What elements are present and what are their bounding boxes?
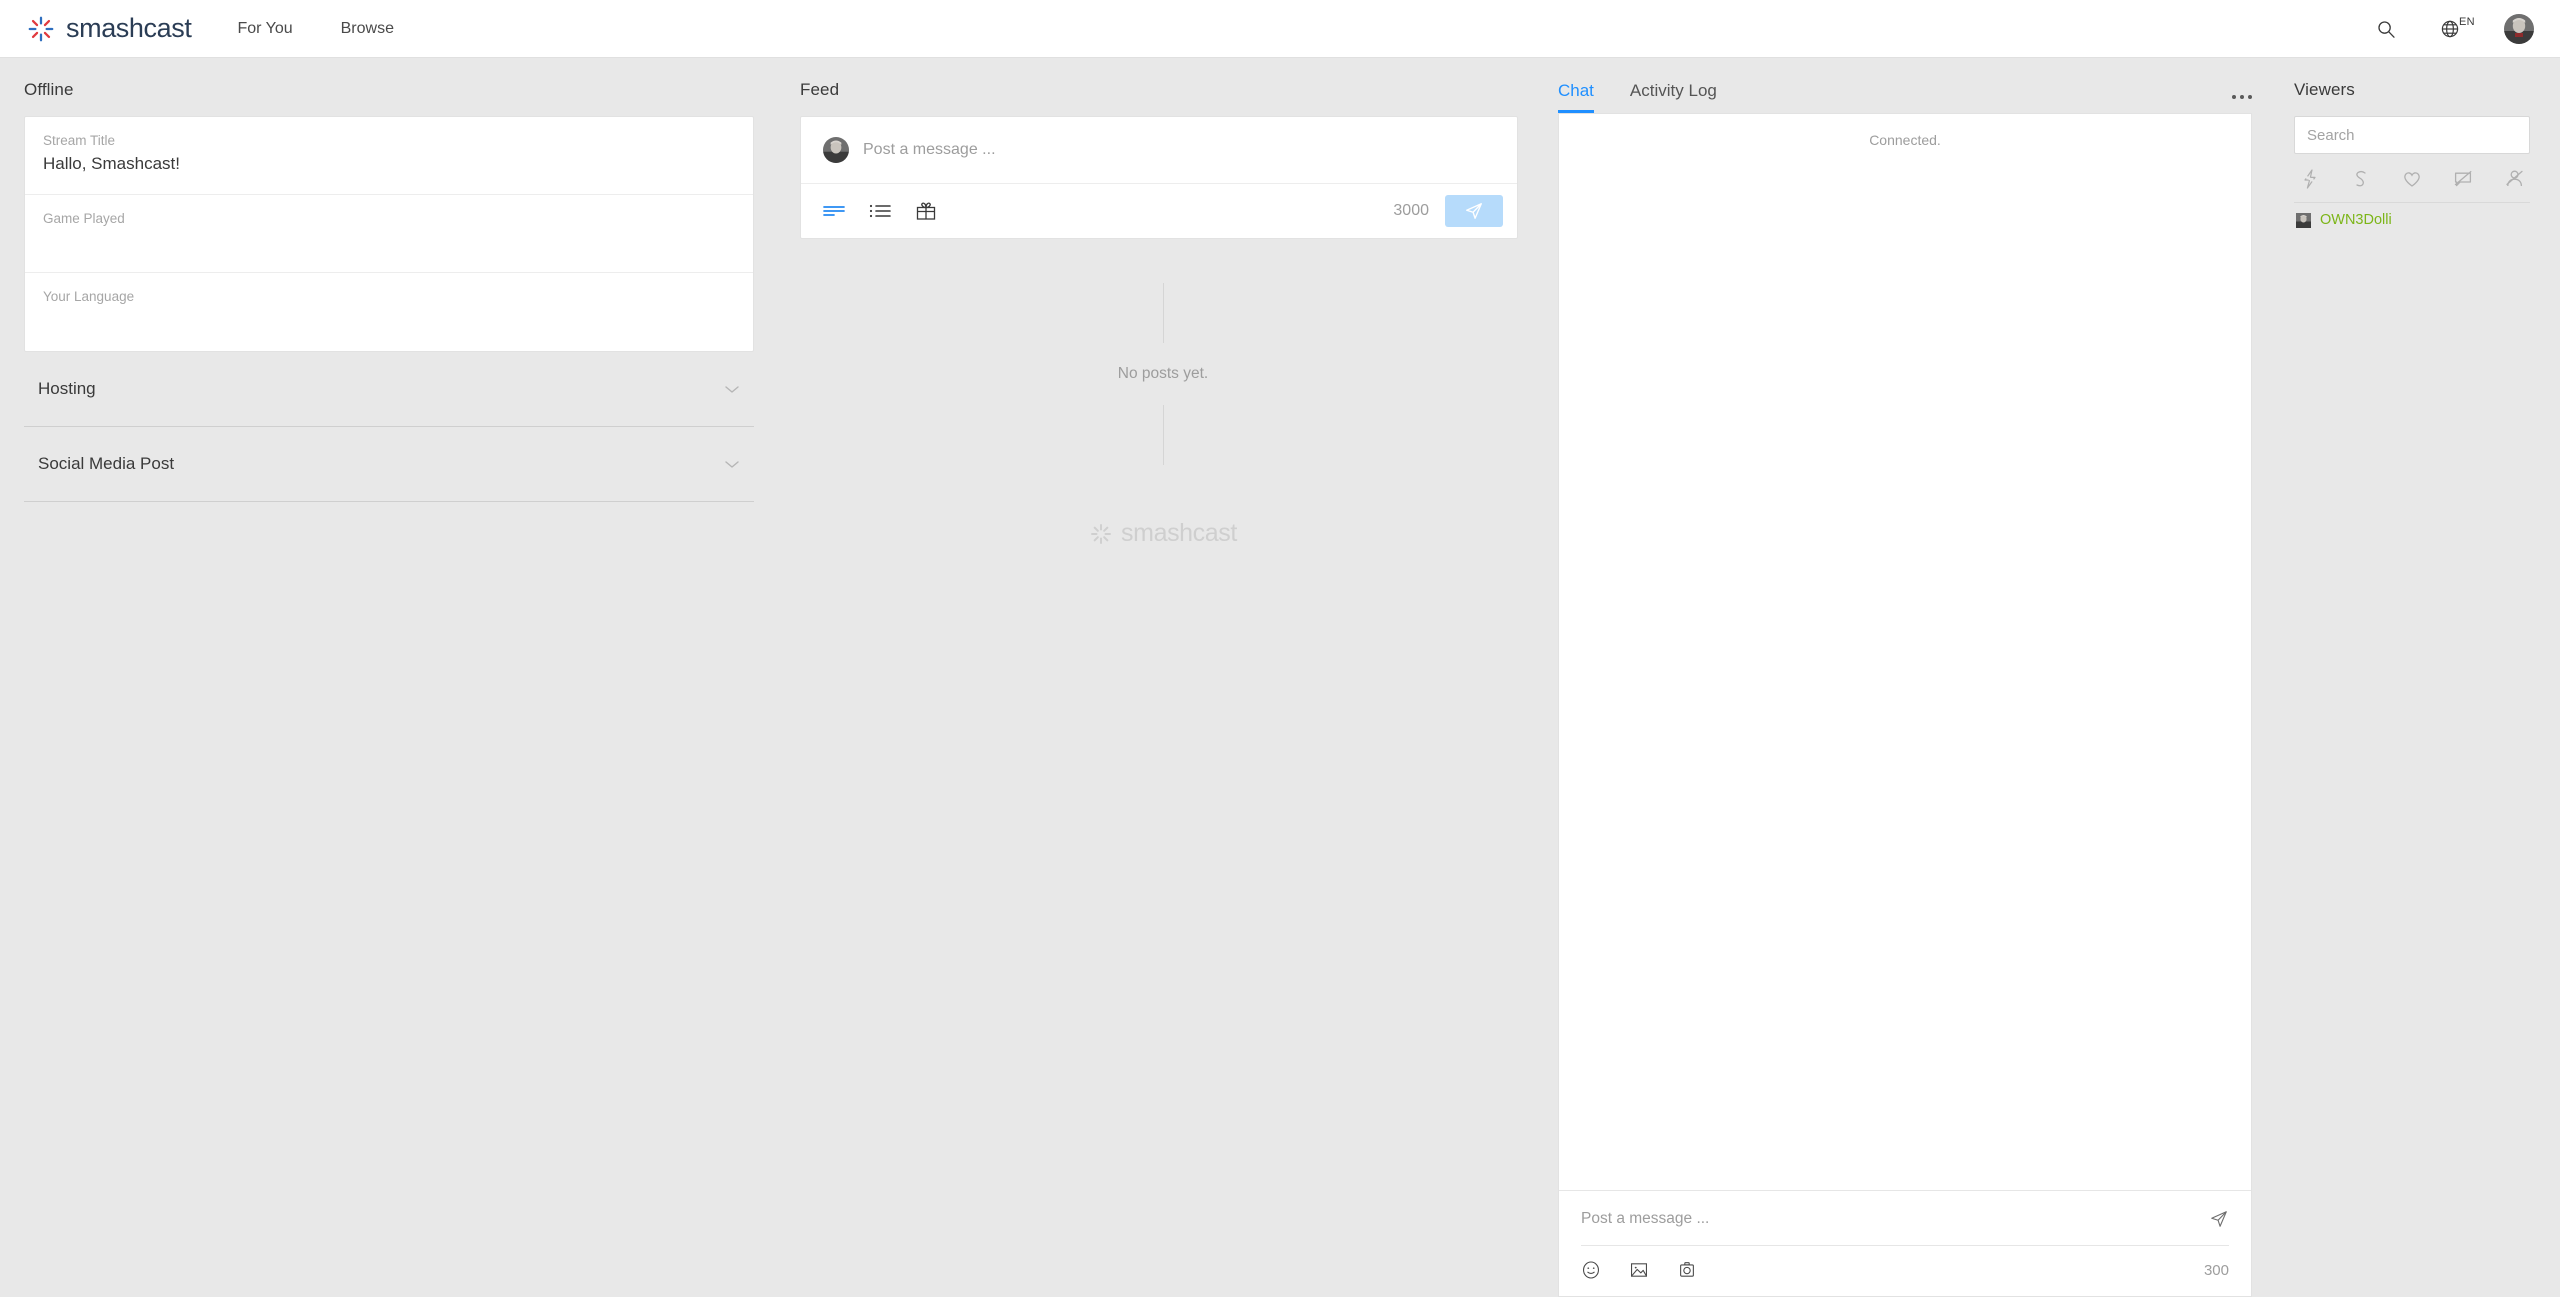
avatar-image <box>2504 14 2534 44</box>
accordion-hosting[interactable]: Hosting <box>24 352 754 427</box>
banned-user-icon[interactable] <box>2504 168 2524 190</box>
stream-settings-card: Stream Title Hallo, Smashcast! Game Play… <box>24 116 754 352</box>
chat-tab-bar: Chat Activity Log <box>1542 66 2270 113</box>
chat-panel: Connected. Post a message ... <box>1558 113 2252 1297</box>
brand-wordmark: smashcast <box>66 13 191 44</box>
dashboard-columns: Offline Stream Title Hallo, Smashcast! G… <box>0 58 2560 1297</box>
stream-title-value: Hallo, Smashcast! <box>43 154 735 174</box>
your-language-label: Your Language <box>43 289 735 304</box>
language-code: EN <box>2459 16 2475 28</box>
feed-char-counter: 3000 <box>1393 202 1429 220</box>
feed-empty-state: No posts yet. smashcast <box>784 283 1542 548</box>
field-stream-title[interactable]: Stream Title Hallo, Smashcast! <box>25 117 753 195</box>
send-paper-plane-icon <box>1464 201 1484 221</box>
game-played-label: Game Played <box>43 211 735 226</box>
chat-send-button[interactable] <box>2209 1209 2229 1229</box>
heart-icon[interactable] <box>2402 168 2422 190</box>
field-your-language[interactable]: Your Language <box>25 273 753 351</box>
muted-chat-icon[interactable] <box>2453 168 2473 190</box>
emoji-icon[interactable] <box>1581 1260 1601 1280</box>
field-game-played[interactable]: Game Played <box>25 195 753 273</box>
chat-input-row[interactable]: Post a message ... <box>1581 1191 2229 1246</box>
viewer-filter-bar <box>2294 154 2530 202</box>
bullet-list-icon[interactable] <box>869 203 891 219</box>
chat-composer: Post a message ... <box>1559 1190 2251 1296</box>
tab-activity-log[interactable]: Activity Log <box>1630 81 1717 113</box>
feed-empty-text: No posts yet. <box>1118 343 1208 405</box>
feed-watermark: smashcast <box>1089 519 1237 548</box>
accordion-hosting-label: Hosting <box>38 379 96 399</box>
language-selector[interactable]: EN <box>2440 19 2460 39</box>
chat-message-list: Connected. <box>1559 114 2251 1190</box>
image-icon[interactable] <box>1629 1260 1649 1280</box>
viewer-search-input[interactable] <box>2294 116 2530 154</box>
text-format-icon[interactable] <box>823 203 845 219</box>
stream-title-label: Stream Title <box>43 133 735 148</box>
feed-column: Feed Post a message ... <box>784 58 1542 548</box>
viewers-column: Viewers <box>2270 58 2560 237</box>
divider-bottom <box>1163 405 1164 465</box>
accordion-social-media-post[interactable]: Social Media Post <box>24 427 754 502</box>
feed-message-input[interactable]: Post a message ... <box>863 141 1495 159</box>
subscriber-s-icon[interactable] <box>2351 168 2371 190</box>
viewers-title: Viewers <box>2294 66 2530 116</box>
chat-char-counter: 300 <box>2204 1262 2229 1279</box>
smashcast-starburst-icon <box>26 14 56 44</box>
feed-composer-toolbar: 3000 <box>801 184 1517 238</box>
feed-composer: Post a message ... <box>800 116 1518 239</box>
avatar <box>2296 213 2311 228</box>
globe-icon <box>2440 19 2460 39</box>
chevron-down-icon <box>722 383 742 395</box>
user-avatar[interactable] <box>2504 14 2534 44</box>
primary-nav: For You Browse <box>235 14 396 44</box>
feed-composer-input-row[interactable]: Post a message ... <box>801 117 1517 184</box>
nav-item-browse[interactable]: Browse <box>339 14 396 44</box>
top-navigation-bar: smashcast For You Browse EN <box>0 0 2560 58</box>
brand-logo[interactable]: smashcast <box>26 13 191 44</box>
chat-message-input[interactable]: Post a message ... <box>1581 1210 2209 1228</box>
gift-icon[interactable] <box>915 200 937 222</box>
accordion-social-media-post-label: Social Media Post <box>38 454 174 474</box>
chat-column: Chat Activity Log Connected. Post a mess… <box>1542 58 2270 1297</box>
search-icon[interactable] <box>2376 19 2396 39</box>
stream-settings-column: Offline Stream Title Hallo, Smashcast! G… <box>0 58 784 502</box>
divider-top <box>1163 283 1164 343</box>
stream-status-title: Offline <box>24 66 754 116</box>
chat-connection-status: Connected. <box>1869 132 1941 148</box>
send-paper-plane-icon <box>2209 1209 2229 1229</box>
nav-item-for-you[interactable]: For You <box>235 14 294 44</box>
smashcast-starburst-icon <box>1089 522 1113 546</box>
camera-icon[interactable] <box>1677 1260 1697 1280</box>
nav-right-actions: EN <box>2376 0 2534 58</box>
ellipsis-icon[interactable] <box>2232 95 2252 113</box>
chevron-down-icon <box>722 458 742 470</box>
lightning-bolt-icon[interactable] <box>2300 168 2320 190</box>
viewer-username: OWN3Dolli <box>2320 212 2392 228</box>
feed-send-button[interactable] <box>1445 195 1503 227</box>
avatar-image <box>2296 213 2311 228</box>
chat-toolbar: 300 <box>1581 1246 2229 1296</box>
avatar-image <box>823 137 849 163</box>
list-item[interactable]: OWN3Dolli <box>2294 202 2530 237</box>
feed-title: Feed <box>784 66 1542 116</box>
watermark-text: smashcast <box>1121 519 1237 548</box>
composer-avatar <box>823 137 849 163</box>
tab-chat[interactable]: Chat <box>1558 81 1594 113</box>
